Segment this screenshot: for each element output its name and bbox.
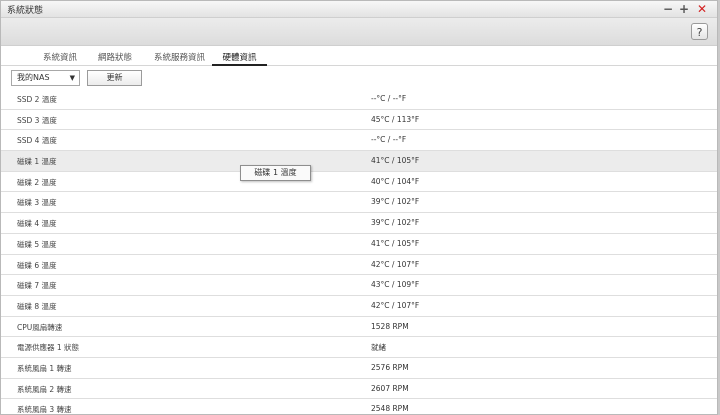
row-label: 磁碟 3 溫度	[17, 198, 57, 208]
row-value: 45°C / 113°F	[371, 114, 420, 124]
close-icon[interactable]: ✕	[695, 1, 709, 17]
chevron-down-icon: ▼	[69, 74, 75, 82]
tab-hardware-info[interactable]: 硬體資訊	[212, 51, 267, 66]
row-value: 39°C / 102°F	[371, 218, 420, 228]
row-label: 磁碟 4 溫度	[17, 219, 57, 229]
hardware-info-table: SSD 2 溫度 --°C / --°F SSD 3 溫度 45°C / 113°F…	[1, 89, 717, 415]
device-select-value: 我的NAS	[17, 73, 50, 82]
table-row[interactable]: SSD 4 溫度 --°C / --°F	[1, 130, 717, 152]
table-row[interactable]: 磁碟 7 溫度 43°C / 109°F	[1, 275, 717, 296]
table-row[interactable]: 系統風扇 2 轉速 2607 RPM	[1, 379, 717, 400]
row-value: --°C / --°F	[371, 135, 407, 145]
row-value: 40°C / 104°F	[371, 176, 420, 186]
row-label: SSD 4 溫度	[17, 136, 57, 146]
tab-system-services[interactable]: 系統服務資訊	[154, 51, 205, 63]
row-value: 41°C / 105°F	[371, 156, 420, 166]
system-status-window: 系統狀態 − + ✕ ? 系統資訊 網路狀態 系統服務資訊 硬體資訊 我的NAS…	[0, 0, 718, 415]
header-bar: ?	[1, 18, 717, 46]
table-row[interactable]: 系統風扇 1 轉速 2576 RPM	[1, 358, 717, 379]
table-row[interactable]: 磁碟 6 溫度 42°C / 107°F	[1, 255, 717, 276]
row-label: 系統風扇 3 轉速	[17, 405, 72, 415]
row-label: CPU風扇轉速	[17, 322, 63, 332]
table-row[interactable]: 電源供應器 1 狀態 就緒	[1, 337, 717, 358]
row-value: 2576 RPM	[371, 362, 409, 372]
device-select[interactable]: 我的NAS ▼	[11, 70, 80, 86]
table-row[interactable]: 磁碟 3 溫度 39°C / 102°F	[1, 192, 717, 214]
row-label: 系統風扇 2 轉速	[17, 384, 72, 394]
table-row[interactable]: 磁碟 1 溫度 41°C / 105°F	[1, 151, 717, 172]
help-button[interactable]: ?	[691, 23, 708, 40]
table-row[interactable]: 磁碟 4 溫度 39°C / 102°F	[1, 213, 717, 234]
row-label: 磁碟 2 溫度	[17, 177, 57, 187]
table-row[interactable]: SSD 3 溫度 45°C / 113°F	[1, 110, 717, 131]
row-value: 2548 RPM	[371, 404, 409, 414]
table-row[interactable]: SSD 2 溫度 --°C / --°F	[1, 89, 717, 110]
row-label: 磁碟 5 溫度	[17, 239, 57, 249]
row-value: 42°C / 107°F	[371, 259, 420, 269]
row-value: 41°C / 105°F	[371, 238, 420, 248]
row-value: 42°C / 107°F	[371, 300, 420, 310]
table-row[interactable]: 磁碟 2 溫度 40°C / 104°F	[1, 172, 717, 193]
row-label: 電源供應器 1 狀態	[17, 343, 80, 353]
row-value: 2607 RPM	[371, 383, 409, 393]
table-row[interactable]: 磁碟 5 溫度 41°C / 105°F	[1, 234, 717, 255]
row-value: 39°C / 102°F	[371, 197, 420, 207]
table-row[interactable]: CPU風扇轉速 1528 RPM	[1, 317, 717, 338]
row-label: 系統風扇 1 轉速	[17, 363, 72, 373]
tab-system-info[interactable]: 系統資訊	[43, 51, 77, 63]
tab-bar: 系統資訊 網路狀態 系統服務資訊 硬體資訊	[1, 48, 717, 66]
refresh-button[interactable]: 更新	[87, 70, 142, 86]
row-label: 磁碟 7 溫度	[17, 281, 57, 291]
row-value: 1528 RPM	[371, 321, 409, 331]
row-label: 磁碟 1 溫度	[17, 157, 57, 167]
row-label: SSD 2 溫度	[17, 95, 57, 104]
table-row[interactable]: 系統風扇 3 轉速 2548 RPM	[1, 399, 717, 415]
row-label: 磁碟 6 溫度	[17, 260, 57, 270]
minimize-icon[interactable]: −	[661, 1, 675, 17]
row-value: --°C / --°F	[371, 94, 407, 103]
row-label: 磁碟 8 溫度	[17, 301, 57, 311]
title-bar: 系統狀態 − + ✕	[1, 1, 717, 18]
row-label: SSD 3 溫度	[17, 115, 57, 125]
window-title: 系統狀態	[7, 6, 44, 16]
toolbar: 我的NAS ▼ 更新	[1, 66, 717, 90]
tab-network-status[interactable]: 網路狀態	[98, 51, 132, 63]
row-value: 43°C / 109°F	[371, 280, 420, 290]
table-row[interactable]: 磁碟 8 溫度 42°C / 107°F	[1, 296, 717, 317]
row-tooltip: 磁碟 1 溫度	[240, 165, 311, 181]
maximize-icon[interactable]: +	[677, 1, 691, 17]
row-value: 就緒	[371, 343, 386, 353]
